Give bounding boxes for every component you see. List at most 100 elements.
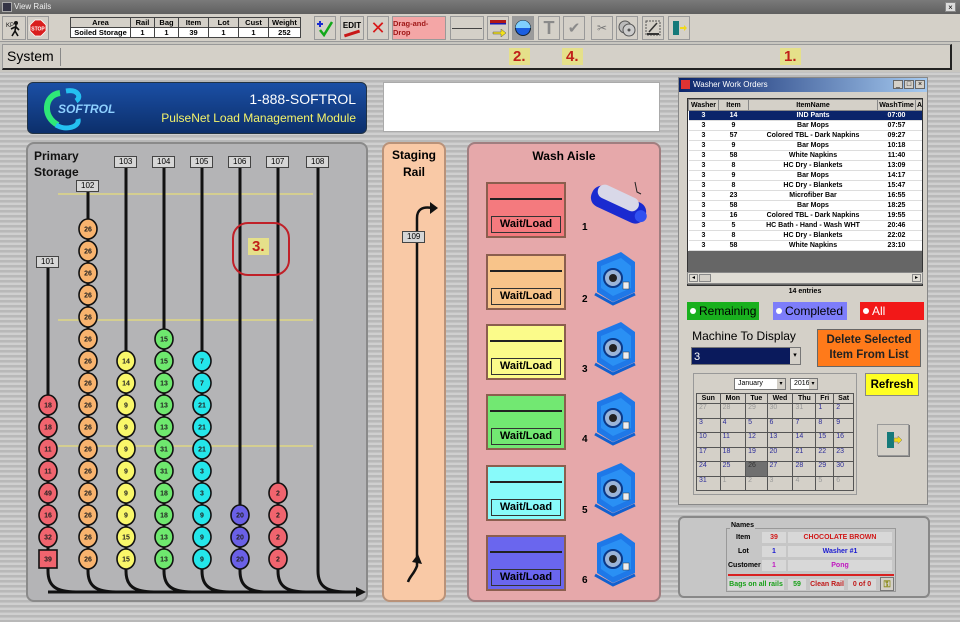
work-order-row[interactable]: 3 8 HC Dry - Blankets 13:09 [688, 160, 922, 171]
bag-bead[interactable]: 26 [78, 218, 98, 240]
filter-completed-radio[interactable]: Completed [773, 302, 847, 320]
calendar-day[interactable]: 10 [696, 432, 721, 448]
horizontal-scrollbar[interactable]: ◂ ▸ [687, 272, 923, 284]
calendar-day[interactable]: 17 [696, 446, 721, 462]
rail-label-107[interactable]: 107 [266, 156, 290, 168]
bag-bead[interactable]: 15 [116, 548, 136, 570]
calendar-day[interactable]: 7 [792, 417, 817, 433]
bag-bead[interactable]: 20 [230, 504, 250, 526]
calendar-day[interactable]: 2 [745, 475, 768, 491]
bag-bead[interactable]: 26 [78, 416, 98, 438]
column-header-washtime[interactable]: WashTime [877, 99, 916, 111]
column-header-a[interactable]: A [915, 99, 922, 111]
bag-bead[interactable]: 21 [192, 416, 212, 438]
bag-bead[interactable]: 26 [78, 372, 98, 394]
bag-bead[interactable]: 7 [192, 372, 212, 394]
bag-bead[interactable]: 26 [78, 460, 98, 482]
bag-bead[interactable]: 9 [116, 482, 136, 504]
calendar-day[interactable]: 30 [766, 403, 794, 419]
calendar-day[interactable]: 13 [766, 432, 794, 448]
calendar-day[interactable]: 3 [696, 417, 721, 433]
bag-bead[interactable]: 26 [78, 526, 98, 548]
bag-bead[interactable]: 26 [78, 394, 98, 416]
bag-bead[interactable]: 13 [154, 394, 174, 416]
minimize-icon[interactable]: _ [893, 80, 903, 89]
calendar-day[interactable]: 1 [719, 475, 747, 491]
calendar-day[interactable]: 5 [815, 475, 835, 491]
calendar-day[interactable]: 5 [745, 417, 768, 433]
washer-extractor-icon[interactable] [587, 459, 641, 517]
bag-bead[interactable]: 39 [38, 549, 58, 569]
maximize-icon[interactable]: □ [904, 80, 914, 89]
column-header-item[interactable]: Item [718, 99, 749, 111]
bag-bead[interactable]: 16 [38, 504, 58, 526]
bag-bead[interactable]: 26 [78, 350, 98, 372]
bag-bead[interactable]: 9 [192, 548, 212, 570]
calendar-day[interactable]: 6 [833, 475, 854, 491]
rail-view-button[interactable] [450, 16, 484, 40]
calendar-day[interactable]: 26 [745, 461, 768, 477]
chevron-down-icon[interactable]: ▾ [790, 348, 800, 364]
work-order-row[interactable]: 3 16 Colored TBL - Dark Napkins 19:55 [688, 210, 922, 221]
work-order-row[interactable]: 3 8 HC Dry - Blankets 22:02 [688, 230, 922, 241]
bag-bead[interactable]: 7 [192, 350, 212, 372]
calendar-day[interactable]: 27 [696, 403, 721, 419]
work-order-row[interactable]: 3 58 Bar Mops 18:25 [688, 200, 922, 211]
work-order-row[interactable]: 3 9 Bar Mops 07:57 [688, 120, 922, 131]
bag-bead[interactable]: 26 [78, 284, 98, 306]
chevron-down-icon[interactable]: ▾ [809, 379, 817, 389]
filter-remaining-radio[interactable]: Remaining [687, 302, 759, 320]
rail-label-109[interactable]: 109 [402, 231, 426, 243]
work-order-row[interactable]: 3 8 HC Dry - Blankets 15:47 [688, 180, 922, 191]
work-order-row[interactable]: 3 9 Bar Mops 14:17 [688, 170, 922, 181]
bag-bead[interactable]: 26 [78, 306, 98, 328]
calendar-day[interactable]: 30 [833, 461, 854, 477]
calendar-day[interactable]: 28 [792, 461, 817, 477]
calendar-day[interactable]: 31 [792, 403, 817, 419]
bag-bead[interactable]: 15 [116, 526, 136, 548]
bag-bead[interactable]: 3 [192, 482, 212, 504]
bag-bead[interactable]: 13 [154, 372, 174, 394]
stop-button[interactable]: STOP [27, 16, 49, 40]
calendar-day[interactable]: 21 [792, 446, 817, 462]
person-walk-button[interactable]: KP [2, 16, 26, 40]
calendar-day[interactable]: 3 [766, 475, 794, 491]
washer-status-box[interactable]: Wait/Load [486, 182, 566, 238]
washer-status-box[interactable]: Wait/Load [486, 254, 566, 310]
rail-label-106[interactable]: 106 [228, 156, 252, 168]
add-confirm-button[interactable] [314, 16, 336, 40]
edit-button[interactable]: EDIT [340, 16, 364, 40]
bag-bead[interactable]: 2 [268, 482, 288, 504]
calendar-day[interactable]: 28 [719, 403, 747, 419]
calendar-day[interactable]: 15 [815, 432, 835, 448]
machine-select[interactable]: 3 ▾ [691, 347, 801, 365]
drag-drop-button[interactable]: Drag-and-Drop [392, 16, 446, 40]
calendar-day[interactable]: 24 [696, 461, 721, 477]
cut-button[interactable]: ✂ [591, 16, 613, 40]
text-tool-button[interactable]: T [538, 16, 560, 40]
scroll-right-icon[interactable]: ▸ [912, 274, 921, 282]
bag-bead[interactable]: 2 [268, 504, 288, 526]
bag-bead[interactable]: 11 [38, 438, 58, 460]
bag-bead[interactable]: 11 [38, 460, 58, 482]
calendar-day[interactable]: 22 [815, 446, 835, 462]
calendar-day[interactable]: 29 [745, 403, 768, 419]
globe-button[interactable] [512, 16, 534, 40]
washer-status-box[interactable]: Wait/Load [486, 324, 566, 380]
calendar-day[interactable]: 9 [833, 417, 854, 433]
bag-bead[interactable]: 32 [38, 526, 58, 548]
bag-bead[interactable]: 9 [116, 394, 136, 416]
bag-bead[interactable]: 26 [78, 438, 98, 460]
exit-toolbar-button[interactable] [668, 16, 690, 40]
bag-bead[interactable]: 20 [230, 548, 250, 570]
year-select[interactable]: 2016 ▾ [790, 378, 818, 390]
delete-selected-button[interactable]: Delete Selected Item From List [817, 329, 921, 367]
exit-button[interactable] [877, 424, 909, 456]
calendar-day[interactable]: 16 [833, 432, 854, 448]
calendar-day[interactable]: 14 [792, 432, 817, 448]
bag-bead[interactable]: 15 [154, 328, 174, 350]
bag-bead[interactable]: 26 [78, 240, 98, 262]
work-order-row[interactable]: 3 57 Colored TBL - Dark Napkins 09:27 [688, 130, 922, 141]
bag-bead[interactable]: 18 [38, 416, 58, 438]
washer-status-box[interactable]: Wait/Load [486, 394, 566, 450]
